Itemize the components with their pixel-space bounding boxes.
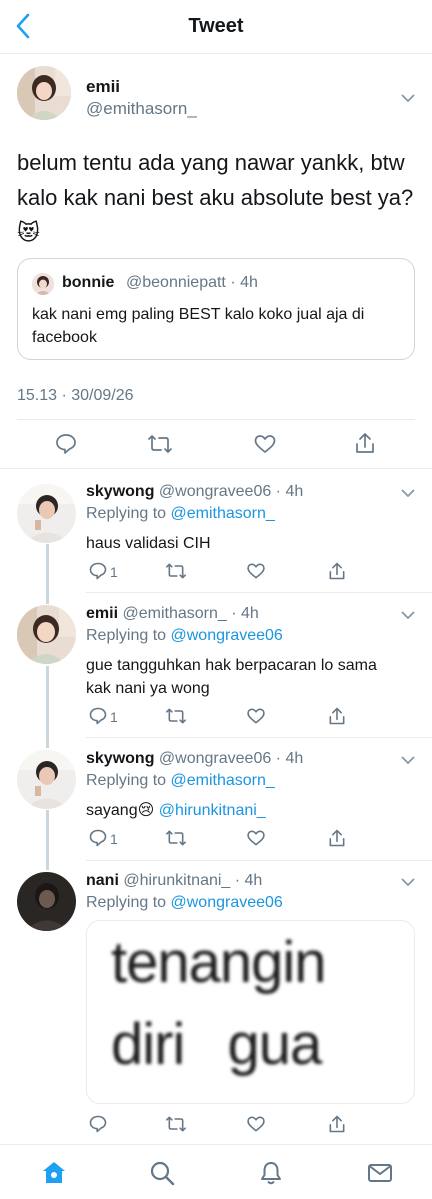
mention-link[interactable]: @emithasorn_ [171,772,275,789]
chevron-down-icon[interactable] [400,486,416,498]
share-icon[interactable] [327,1113,347,1135]
quoted-author-handle: @beonniepatt · 4h [126,274,258,291]
media-text-line: tenangin [111,930,327,995]
messages-icon[interactable] [366,1159,394,1187]
tweet-text: belum tentu ada yang nawar yankk, btw ka… [17,150,414,245]
reply-text: sayang😢 @hirunkitnani_ [86,802,266,819]
avatar[interactable] [17,66,71,120]
mention-link[interactable]: @emithasorn_ [171,505,275,522]
top-bar: Tweet [0,0,432,54]
mention-link[interactable]: @hirunkitnani_ [159,802,266,819]
share-icon[interactable] [327,827,347,849]
page-title: Tweet [188,15,244,37]
chevron-down-icon[interactable] [400,608,416,620]
reply-icon[interactable] [88,828,108,848]
divider [17,419,415,420]
avatar[interactable] [17,750,76,809]
reply-icon[interactable] [88,706,108,726]
smiling-cat-emoji: 😻 [17,220,40,245]
chevron-down-icon[interactable] [400,875,416,887]
quoted-tweet[interactable]: bonnie @beonniepatt · 4h kak nani emg pa… [17,258,415,360]
share-icon[interactable] [327,560,347,582]
reply-text: haus validasi CIH [86,535,211,552]
retweet-icon[interactable] [165,828,187,848]
thread-line [46,810,49,870]
reply-icon[interactable] [54,432,78,456]
divider [86,592,432,593]
like-icon[interactable] [246,706,266,726]
divider [0,468,432,469]
replying-to: Replying to @wongravee06 [86,627,283,644]
avatar[interactable] [17,605,76,664]
divider [86,737,432,738]
replying-to: Replying to @wongravee06 [86,894,283,911]
media-text-line: diri gua [111,1012,322,1077]
chevron-down-icon[interactable] [400,753,416,765]
thread-line [46,544,49,604]
retweet-icon[interactable] [147,432,173,456]
like-icon[interactable] [246,561,266,581]
reply-text: gue tangguhkan hak berpacaran lo sama ka… [86,657,377,697]
reply-author[interactable]: nani @hirunkitnani_ · 4h [86,872,262,890]
retweet-icon[interactable] [165,706,187,726]
divider [86,860,432,861]
retweet-icon[interactable] [165,1114,187,1134]
retweet-icon[interactable] [165,561,187,581]
share-icon[interactable] [353,430,377,456]
thread-line [46,666,49,748]
crying-face-emoji: 😢 [137,802,155,819]
quoted-author-name: bonnie [62,274,115,291]
chevron-down-icon[interactable] [400,91,416,103]
share-icon[interactable] [327,705,347,727]
notifications-icon[interactable] [257,1159,285,1187]
like-icon[interactable] [246,1114,266,1134]
avatar[interactable] [17,484,76,543]
home-icon[interactable] [40,1159,68,1187]
media-image[interactable]: tenangin diri gua [86,920,415,1104]
like-icon[interactable] [246,828,266,848]
avatar[interactable] [17,872,76,931]
mention-link[interactable]: @wongravee06 [171,627,283,644]
author-name[interactable]: emii [86,77,120,97]
reply-author[interactable]: skywong @wongravee06 · 4h [86,483,303,501]
reply-icon[interactable] [88,561,108,581]
author-handle[interactable]: @emithasorn_ [86,99,197,119]
replying-to: Replying to @emithasorn_ [86,772,275,789]
like-icon[interactable] [253,432,277,456]
reply-count: 1 [110,709,118,725]
quoted-avatar [32,273,54,295]
reply-icon[interactable] [88,1114,108,1134]
quoted-text: kak nani emg paling BEST kalo koko jual … [32,306,365,346]
bottom-tab-bar [0,1144,432,1199]
replying-to: Replying to @emithasorn_ [86,505,275,522]
reply-count: 1 [110,831,118,847]
mention-link[interactable]: @wongravee06 [171,894,283,911]
reply-author[interactable]: skywong @wongravee06 · 4h [86,750,303,768]
reply-count: 1 [110,564,118,580]
search-icon[interactable] [148,1159,176,1187]
reply-author[interactable]: emii @emithasorn_ · 4h [86,605,259,623]
tweet-timestamp: 15.13 · 30/09/26 [17,387,134,404]
